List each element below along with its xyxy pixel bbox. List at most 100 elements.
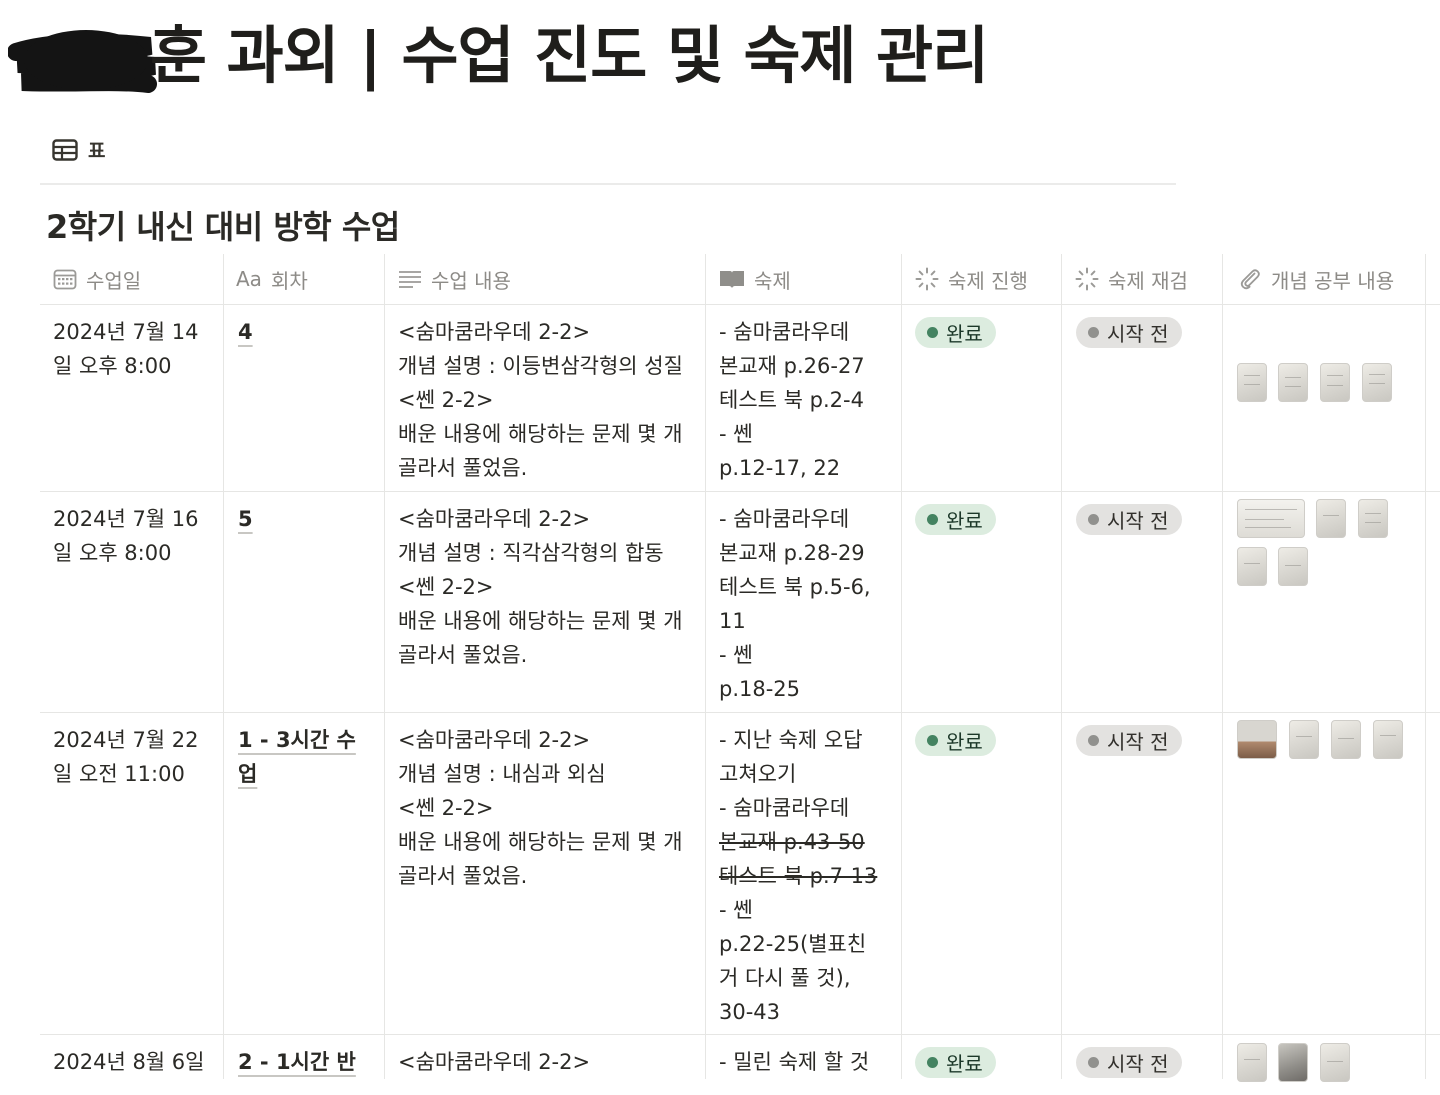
column-header-homework-recheck[interactable]: 숙제 재검 bbox=[1075, 254, 1188, 304]
homework-line: 고쳐오기 bbox=[719, 762, 797, 786]
homework-line: 30-43 bbox=[719, 1000, 781, 1024]
date-cell[interactable]: 2024년 8월 6일 bbox=[53, 1045, 204, 1079]
text-lines-icon bbox=[399, 271, 421, 288]
table-header: 수업일 Aa 회차 수업 내용 숙제 숙제 진행 숙제 재검 개념 공부 내용 bbox=[40, 254, 1440, 305]
database-table: 수업일 Aa 회차 수업 내용 숙제 숙제 진행 숙제 재검 개념 공부 내용 … bbox=[40, 254, 1440, 1095]
session-cell[interactable]: 5 bbox=[238, 502, 253, 536]
status-badge-done[interactable]: 완료 bbox=[915, 725, 996, 756]
attachment-thumbnail[interactable] bbox=[1316, 499, 1346, 538]
homework-line: p.12-17, 22 bbox=[719, 456, 841, 480]
date-cell[interactable]: 2024년 7월 22 일 오전 11:00 bbox=[53, 723, 199, 791]
content-line: <숨마쿰라우데 2-2> bbox=[398, 1050, 591, 1074]
status-dot bbox=[927, 327, 938, 338]
attachment-thumbnail[interactable] bbox=[1331, 720, 1361, 759]
homework-line-strikethrough: 테스트 북 p.7-13 bbox=[719, 864, 878, 888]
content-line: 배운 내용에 해당하는 문제 몇 개 bbox=[398, 422, 683, 446]
content-cell[interactable]: <숨마쿰라우데 2-2> 개념 설명 : 내심과 외심 <쎈 2-2> 배운 내… bbox=[398, 723, 683, 893]
attachment-thumbnail[interactable] bbox=[1278, 1043, 1308, 1082]
session-cell[interactable]: 2 - 1시간 반 bbox=[238, 1045, 356, 1079]
status-label: 완료 bbox=[946, 322, 983, 346]
database-title[interactable]: 2학기 내신 대비 방학 수업 bbox=[46, 202, 400, 248]
date-line: 2024년 7월 14 bbox=[53, 320, 199, 344]
view-tab-label: 표 bbox=[88, 140, 106, 162]
session-title-link[interactable]: 4 bbox=[238, 315, 253, 349]
homework-cell[interactable]: - 숨마쿰라우데 본교재 p.26-27 테스트 북 p.2-4 - 쎈 p.1… bbox=[719, 315, 865, 485]
attachment-thumbnail[interactable] bbox=[1320, 1043, 1350, 1082]
content-line: <쎈 2-2> bbox=[398, 575, 494, 599]
status-badge-done[interactable]: 완료 bbox=[915, 504, 996, 535]
column-header-content[interactable]: 수업 내용 bbox=[398, 254, 511, 304]
homework-line: 본교재 p.26-27 bbox=[719, 354, 865, 378]
view-tab-table[interactable]: 표 bbox=[52, 136, 105, 163]
status-badge-done[interactable]: 완료 bbox=[915, 1047, 996, 1078]
content-line: <쎈 2-2> bbox=[398, 388, 494, 412]
column-header-date[interactable]: 수업일 bbox=[53, 254, 141, 304]
status-dot bbox=[927, 735, 938, 746]
homework-cell[interactable]: - 숨마쿰라우데 본교재 p.28-29 테스트 북 p.5-6, 11 - 쎈… bbox=[719, 502, 871, 706]
attachment-thumbnail[interactable] bbox=[1237, 363, 1267, 402]
attachment-thumbnail[interactable] bbox=[1237, 499, 1305, 538]
status-label: 시작 전 bbox=[1107, 509, 1169, 533]
attachment-thumbnail[interactable] bbox=[1278, 547, 1308, 586]
homework-cell[interactable]: - 밀린 숙제 할 것 bbox=[719, 1045, 869, 1079]
homework-line: - 쎈 bbox=[719, 643, 753, 667]
attachment-thumbnail[interactable] bbox=[1289, 720, 1319, 759]
attachment-thumbnail[interactable] bbox=[1320, 363, 1350, 402]
table-row[interactable]: 2024년 7월 14 일 오후 8:00 4 <숨마쿰라우데 2-2> 개념 … bbox=[40, 305, 1440, 492]
homework-line: p.22-25(별표친 bbox=[719, 932, 867, 956]
content-line: 배운 내용에 해당하는 문제 몇 개 bbox=[398, 609, 683, 633]
status-label: 시작 전 bbox=[1107, 1052, 1169, 1076]
attachment-thumbnail[interactable] bbox=[1237, 1043, 1267, 1082]
homework-line: - 숨마쿰라우데 bbox=[719, 507, 850, 531]
homework-line-strikethrough: 본교재 p.43-50 bbox=[719, 830, 865, 854]
view-divider bbox=[40, 183, 1176, 185]
date-line: 일 오후 8:00 bbox=[53, 541, 172, 565]
status-spinner-icon bbox=[915, 267, 939, 291]
table-row[interactable]: 2024년 8월 6일 2 - 1시간 반 <숨마쿰라우데 2-2> - 밀린 … bbox=[40, 1035, 1440, 1095]
homework-line: 본교재 p.28-29 bbox=[719, 541, 865, 565]
date-line: 일 오전 11:00 bbox=[53, 762, 185, 786]
status-dot bbox=[927, 514, 938, 525]
attachment-thumbnail[interactable] bbox=[1358, 499, 1388, 538]
session-title-link[interactable]: 업 bbox=[238, 757, 356, 791]
status-dot bbox=[927, 1057, 938, 1068]
status-label: 완료 bbox=[946, 509, 983, 533]
date-cell[interactable]: 2024년 7월 14 일 오후 8:00 bbox=[53, 315, 199, 383]
session-cell[interactable]: 4 bbox=[238, 315, 253, 349]
status-badge-not-started[interactable]: 시작 전 bbox=[1076, 504, 1182, 535]
column-header-label: 숙제 bbox=[754, 268, 791, 293]
status-badge-not-started[interactable]: 시작 전 bbox=[1076, 725, 1182, 756]
homework-cell[interactable]: - 지난 숙제 오답 고쳐오기 - 숨마쿰라우데 본교재 p.43-50 테스트… bbox=[719, 723, 877, 1029]
content-cell[interactable]: <숨마쿰라우데 2-2> 개념 설명 : 직각삼각형의 합동 <쎈 2-2> 배… bbox=[398, 502, 683, 672]
attachment-thumbnail[interactable] bbox=[1237, 547, 1267, 586]
status-badge-not-started[interactable]: 시작 전 bbox=[1076, 317, 1182, 348]
homework-line: - 쎈 bbox=[719, 422, 753, 446]
table-view-icon bbox=[52, 138, 78, 161]
content-line: 개념 설명 : 내심과 외심 bbox=[398, 762, 606, 786]
content-line: 개념 설명 : 직각삼각형의 합동 bbox=[398, 541, 664, 565]
content-cell[interactable]: <숨마쿰라우데 2-2> 개념 설명 : 이등변삼각형의 성질 <쎈 2-2> … bbox=[398, 315, 683, 485]
date-cell[interactable]: 2024년 7월 16 일 오후 8:00 bbox=[53, 502, 199, 570]
status-badge-done[interactable]: 완료 bbox=[915, 317, 996, 348]
session-title-link[interactable]: 1 - 3시간 수 bbox=[238, 723, 356, 757]
content-cell[interactable]: <숨마쿰라우데 2-2> bbox=[398, 1045, 590, 1079]
session-title-link[interactable]: 5 bbox=[238, 502, 253, 536]
table-row[interactable]: 2024년 7월 16 일 오후 8:00 5 <숨마쿰라우데 2-2> 개념 … bbox=[40, 492, 1440, 713]
column-header-homework[interactable]: 숙제 bbox=[719, 254, 791, 304]
status-dot bbox=[1088, 1057, 1099, 1068]
table-row[interactable]: 2024년 7월 22 일 오전 11:00 1 - 3시간 수 업 <숨마쿰라… bbox=[40, 713, 1440, 1035]
column-header-concept-study[interactable]: 개념 공부 내용 bbox=[1238, 254, 1394, 304]
status-badge-not-started[interactable]: 시작 전 bbox=[1076, 1047, 1182, 1078]
attachment-thumbnail[interactable] bbox=[1237, 720, 1277, 759]
column-header-session[interactable]: Aa 회차 bbox=[236, 254, 308, 304]
session-cell[interactable]: 1 - 3시간 수 업 bbox=[238, 723, 356, 791]
homework-line: - 쎈 bbox=[719, 898, 753, 922]
homework-line: - 숨마쿰라우데 bbox=[719, 796, 850, 820]
attachment-thumbnail[interactable] bbox=[1278, 363, 1308, 402]
status-dot bbox=[1088, 735, 1099, 746]
session-title-link[interactable]: 2 - 1시간 반 bbox=[238, 1045, 356, 1079]
attachment-thumbnail[interactable] bbox=[1373, 720, 1403, 759]
attachment-thumbnail[interactable] bbox=[1362, 363, 1392, 402]
column-header-homework-progress[interactable]: 숙제 진행 bbox=[915, 254, 1028, 304]
date-line: 2024년 7월 22 bbox=[53, 728, 199, 752]
